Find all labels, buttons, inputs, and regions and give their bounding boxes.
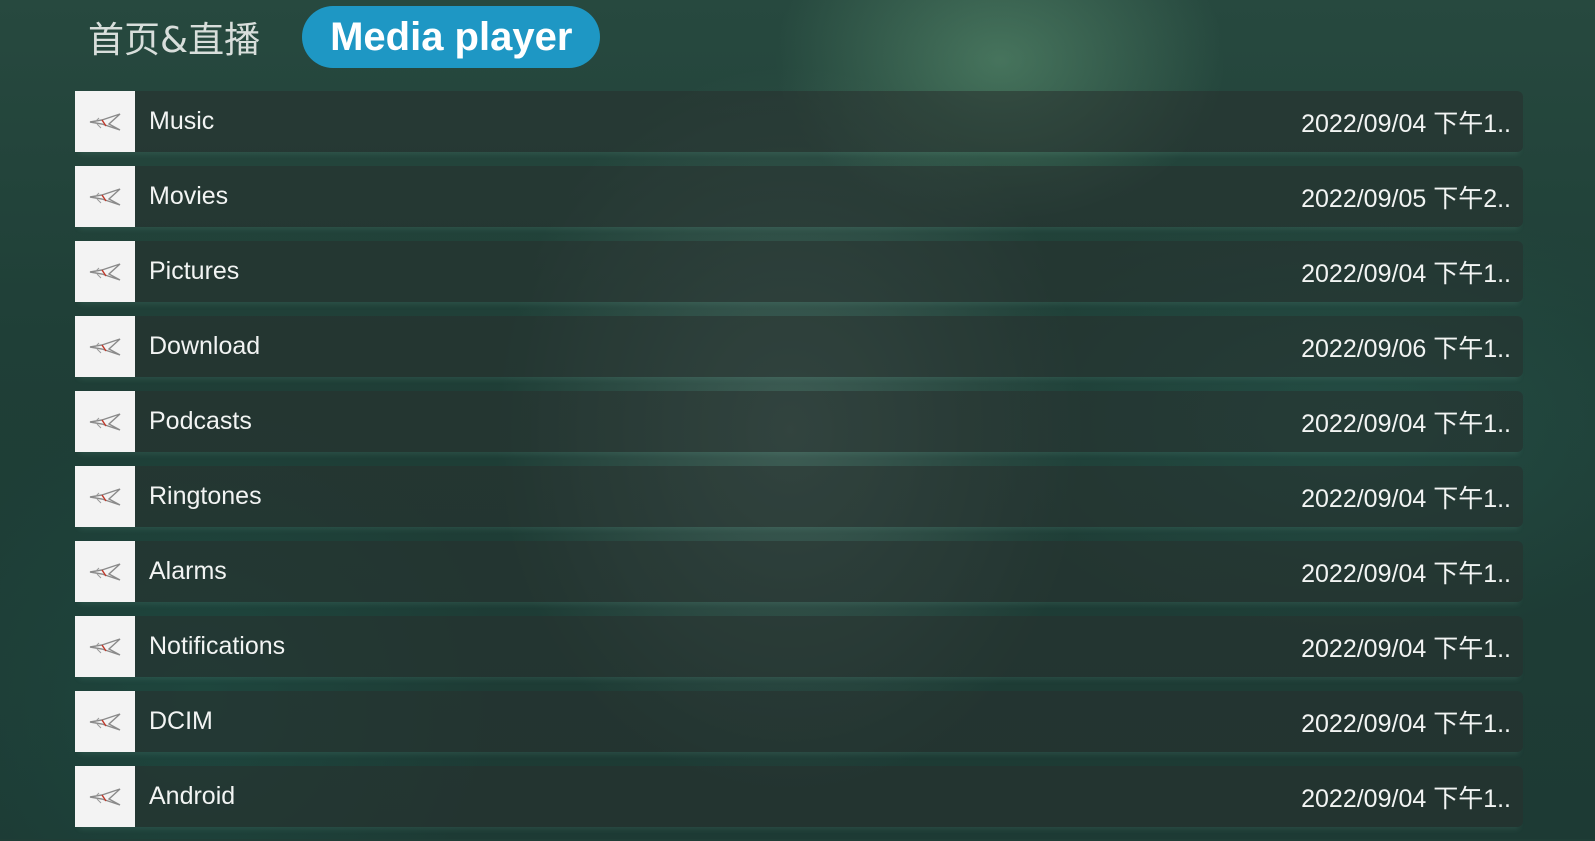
folder-date: 2022/09/06 下午1.. bbox=[1301, 334, 1511, 363]
folder-name: Music bbox=[149, 107, 215, 135]
folder-date: 2022/09/04 下午1.. bbox=[1301, 259, 1511, 288]
folder-date: 2022/09/05 下午2.. bbox=[1301, 184, 1511, 213]
folder-name: Android bbox=[149, 782, 236, 810]
folder-thumbnail-icon bbox=[75, 91, 135, 152]
folder-row-music[interactable]: Music 2022/09/04 下午1.. bbox=[75, 91, 1523, 152]
folder-date: 2022/09/04 下午1.. bbox=[1301, 559, 1511, 588]
folder-thumbnail-icon bbox=[75, 616, 135, 677]
folder-name: Ringtones bbox=[149, 482, 262, 510]
folder-list: Music 2022/09/04 下午1.. Movies 2022/09/05… bbox=[75, 91, 1523, 841]
folder-row-ringtones[interactable]: Ringtones 2022/09/04 下午1.. bbox=[75, 466, 1523, 527]
folder-thumbnail-icon bbox=[75, 316, 135, 377]
folder-name: Movies bbox=[149, 182, 229, 210]
folder-thumbnail-icon bbox=[75, 166, 135, 227]
folder-row-pictures[interactable]: Pictures 2022/09/04 下午1.. bbox=[75, 241, 1523, 302]
folder-date: 2022/09/04 下午1.. bbox=[1301, 409, 1511, 438]
folder-name: Podcasts bbox=[149, 407, 252, 435]
folder-row-podcasts[interactable]: Podcasts 2022/09/04 下午1.. bbox=[75, 391, 1523, 452]
folder-name: Pictures bbox=[149, 257, 240, 285]
folder-name: DCIM bbox=[149, 707, 213, 735]
folder-row-android[interactable]: Android 2022/09/04 下午1.. bbox=[75, 766, 1523, 827]
folder-thumbnail-icon bbox=[75, 466, 135, 527]
folder-row-alarms[interactable]: Alarms 2022/09/04 下午1.. bbox=[75, 541, 1523, 602]
folder-date: 2022/09/04 下午1.. bbox=[1301, 484, 1511, 513]
folder-thumbnail-icon bbox=[75, 766, 135, 827]
folder-thumbnail-icon bbox=[75, 691, 135, 752]
folder-row-download[interactable]: Download 2022/09/06 下午1.. bbox=[75, 316, 1523, 377]
folder-row-dcim[interactable]: DCIM 2022/09/04 下午1.. bbox=[75, 691, 1523, 752]
folder-date: 2022/09/04 下午1.. bbox=[1301, 109, 1511, 138]
folder-thumbnail-icon bbox=[75, 391, 135, 452]
top-tab-bar: 首页&直播 Media player bbox=[72, 6, 601, 68]
folder-row-movies[interactable]: Movies 2022/09/05 下午2.. bbox=[75, 166, 1523, 227]
tab-media-player[interactable]: Media player bbox=[302, 6, 601, 68]
folder-row-notifications[interactable]: Notifications 2022/09/04 下午1.. bbox=[75, 616, 1523, 677]
tab-home-live[interactable]: 首页&直播 bbox=[72, 6, 276, 68]
folder-thumbnail-icon bbox=[75, 541, 135, 602]
folder-date: 2022/09/04 下午1.. bbox=[1301, 709, 1511, 738]
folder-date: 2022/09/04 下午1.. bbox=[1301, 634, 1511, 663]
folder-name: Alarms bbox=[149, 557, 227, 585]
folder-thumbnail-icon bbox=[75, 241, 135, 302]
folder-date: 2022/09/04 下午1.. bbox=[1301, 784, 1511, 813]
folder-name: Notifications bbox=[149, 632, 286, 660]
folder-name: Download bbox=[149, 332, 261, 360]
